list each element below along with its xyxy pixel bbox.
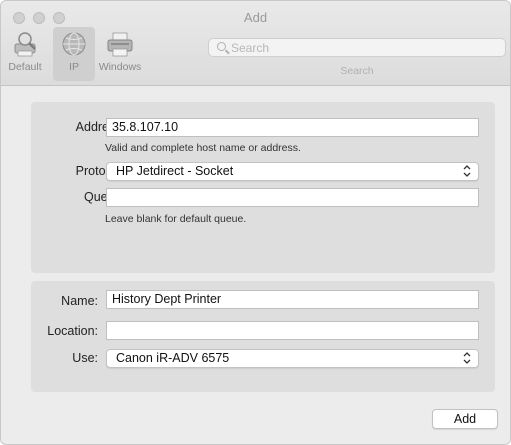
default-printer-icon [10, 29, 40, 59]
chevron-updown-icon [463, 352, 471, 364]
search-input[interactable] [231, 40, 491, 55]
connection-settings-group: Address: 35.8.107.10 Valid and complete … [31, 102, 495, 273]
use-driver-popup[interactable]: Canon iR-ADV 6575 [106, 349, 479, 368]
chevron-updown-icon [463, 165, 471, 177]
titlebar-toolbar: Add Default IP Windows Search Search [1, 1, 510, 86]
add-button[interactable]: Add [432, 409, 498, 429]
use-label: Use: [72, 351, 98, 365]
windows-printer-icon [105, 29, 135, 59]
ip-globe-icon [59, 29, 89, 59]
name-field[interactable]: History Dept Printer [106, 290, 479, 309]
add-printer-window: Add Default IP Windows Search Search Add… [0, 0, 511, 445]
toolbar-windows-button[interactable]: Windows [95, 29, 145, 73]
toolbar-default-label: Default [8, 61, 42, 73]
toolbar-windows-label: Windows [98, 61, 142, 73]
toolbar-default-button[interactable]: Default [5, 29, 45, 73]
toolbar-search-label: Search [340, 65, 374, 77]
location-field[interactable] [106, 321, 479, 340]
location-label: Location: [47, 324, 98, 338]
window-title: Add [243, 10, 268, 25]
protocol-value: HP Jetdirect - Socket [116, 164, 234, 178]
printer-info-group: Name: History Dept Printer Location: Use… [31, 281, 495, 392]
queue-hint: Leave blank for default queue. [105, 213, 247, 225]
address-hint: Valid and complete host name or address. [105, 142, 301, 154]
protocol-popup[interactable]: HP Jetdirect - Socket [106, 162, 479, 181]
queue-field[interactable] [106, 188, 479, 207]
search-field[interactable] [208, 38, 506, 57]
toolbar-ip-label: IP [69, 61, 79, 73]
search-icon [217, 42, 226, 51]
address-field[interactable]: 35.8.107.10 [106, 118, 479, 137]
use-value: Canon iR-ADV 6575 [116, 351, 230, 365]
name-label: Name: [61, 294, 98, 308]
toolbar-ip-button[interactable]: IP [53, 27, 95, 81]
